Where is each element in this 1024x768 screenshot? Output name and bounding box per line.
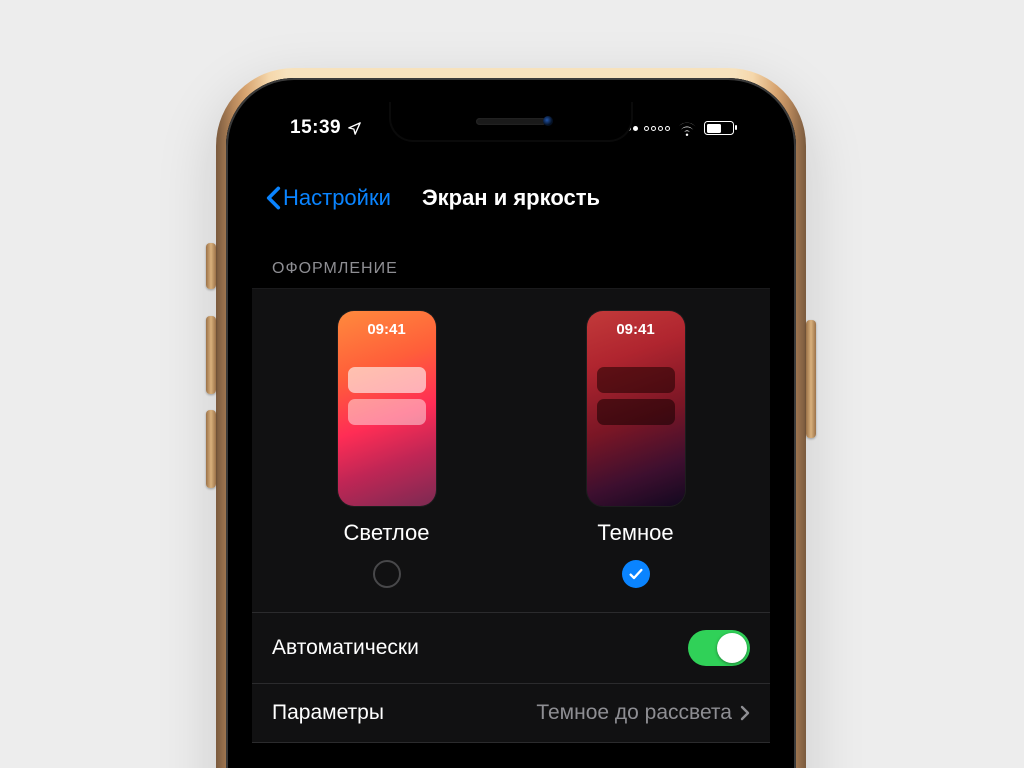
- appearance-section-header: ОФОРМЛЕНИЕ: [252, 242, 770, 288]
- automatic-row: Автоматически: [252, 613, 770, 684]
- dark-mode-radio[interactable]: [622, 560, 650, 588]
- back-button[interactable]: Настройки: [266, 172, 391, 224]
- preview-time: 09:41: [587, 321, 685, 338]
- status-time: 15:39: [290, 117, 341, 139]
- back-label: Настройки: [283, 185, 391, 211]
- light-mode-label: Светлое: [344, 520, 430, 546]
- options-label: Параметры: [272, 701, 384, 725]
- volume-down-button: [206, 410, 216, 488]
- light-mode-preview: 09:41: [338, 311, 436, 506]
- phone-frame: 15:39: [216, 68, 806, 768]
- screen: 15:39: [252, 102, 770, 768]
- appearance-option-light[interactable]: 09:41 Светлое: [267, 311, 506, 588]
- notch: [391, 102, 631, 140]
- preview-time: 09:41: [338, 321, 436, 338]
- location-icon: [347, 121, 362, 136]
- volume-up-button: [206, 316, 216, 394]
- automatic-label: Автоматически: [272, 636, 419, 660]
- dark-mode-label: Темное: [597, 520, 673, 546]
- appearance-panel: 09:41 Светлое 09:41: [252, 288, 770, 613]
- battery-icon: [704, 121, 734, 135]
- power-button: [806, 320, 816, 438]
- dark-mode-preview: 09:41: [587, 311, 685, 506]
- speaker-grille: [476, 118, 546, 125]
- front-camera: [543, 116, 553, 126]
- wifi-icon: [677, 121, 697, 136]
- nav-bar: Настройки Экран и яркость: [252, 172, 770, 224]
- mute-switch: [206, 243, 216, 289]
- appearance-option-dark[interactable]: 09:41 Темное: [516, 311, 755, 588]
- options-row[interactable]: Параметры Темное до рассвета: [252, 684, 770, 743]
- options-value: Темное до рассвета: [536, 701, 732, 725]
- chevron-right-icon: [740, 705, 750, 721]
- light-mode-radio[interactable]: [373, 560, 401, 588]
- page-title: Экран и яркость: [422, 185, 600, 211]
- phone-bezel: 15:39: [226, 78, 796, 768]
- automatic-toggle[interactable]: [688, 630, 750, 666]
